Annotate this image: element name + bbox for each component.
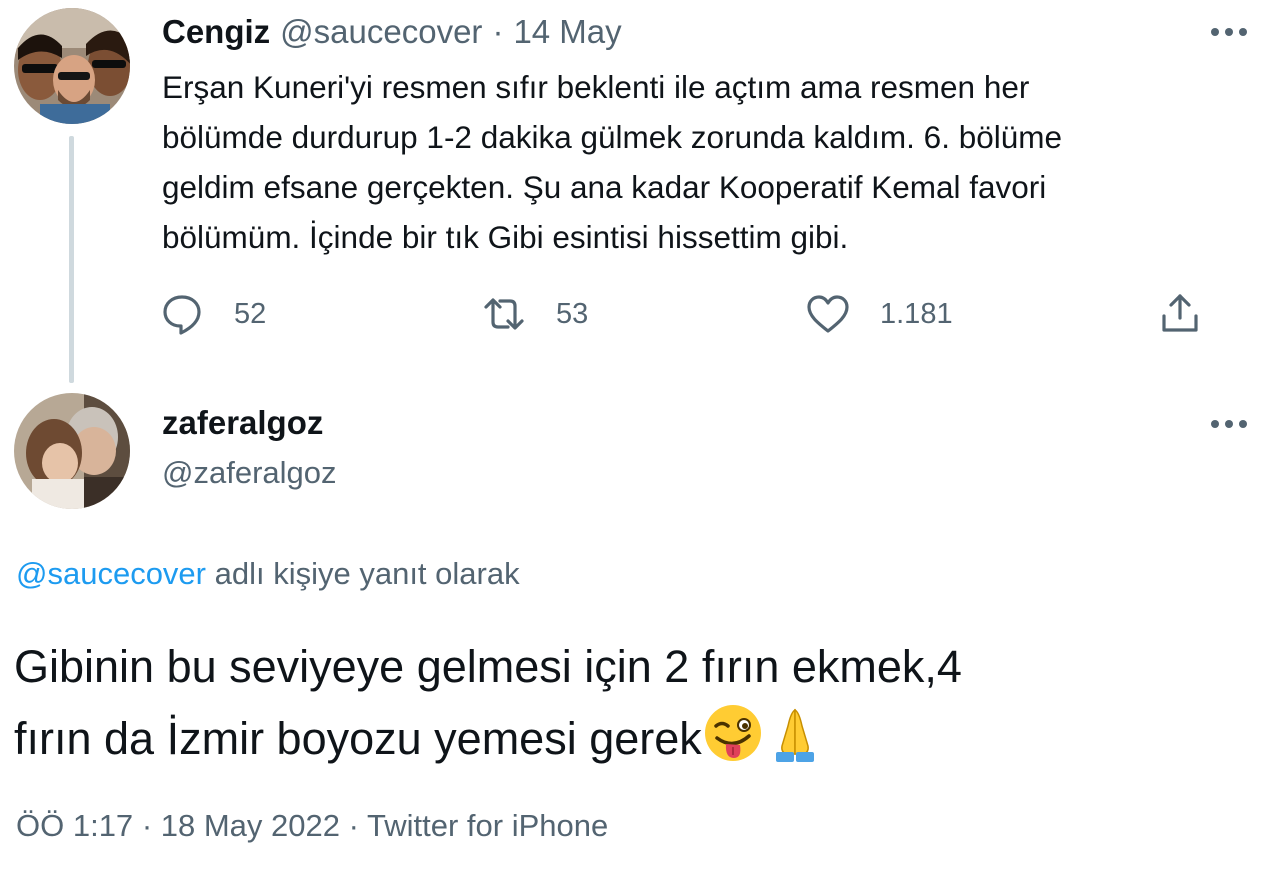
retweet-icon xyxy=(480,290,528,338)
replying-to-link[interactable]: @saucecover xyxy=(16,556,206,591)
reply-icon xyxy=(158,290,206,338)
reply-button[interactable]: 52 xyxy=(158,290,266,338)
folded-hands-emoji xyxy=(764,702,826,764)
parent-author-handle[interactable]: @saucecover xyxy=(280,13,482,51)
reply-source[interactable]: Twitter for iPhone xyxy=(367,808,608,843)
parent-tweet-text: Erşan Kuneri'yi resmen sıfır beklenti il… xyxy=(162,69,1063,255)
share-button[interactable] xyxy=(1156,290,1204,338)
reply-text-line-1: Gibinin bu seviyeye gelmesi için 2 fırın… xyxy=(14,641,962,692)
winking-tongue-face-emoji xyxy=(702,702,764,764)
retweet-button[interactable]: 53 xyxy=(480,290,588,338)
reply-time[interactable]: ÖÖ 1:17 xyxy=(16,808,133,843)
reply-count: 52 xyxy=(234,297,267,330)
replying-to-suffix: adlı kişiye yanıt olarak xyxy=(206,556,520,591)
parent-tweet-date[interactable]: 14 May xyxy=(513,13,621,51)
tweet-thread: Cengiz @saucecover · 14 May Erşan Kuneri… xyxy=(0,0,1280,876)
heart-icon xyxy=(804,290,852,338)
reply-text-line-2-content: fırın da İzmir boyozu yemesi gerek xyxy=(14,713,702,764)
meta-separator-1: · xyxy=(141,808,153,843)
reply-text-line-2: fırın da İzmir boyozu yemesi gerek xyxy=(14,702,1254,774)
more-horizontal-icon[interactable] xyxy=(1208,22,1250,42)
parent-tweet-header: Cengiz @saucecover · 14 May xyxy=(162,12,622,52)
like-button[interactable]: 1.181 xyxy=(804,290,953,338)
share-icon xyxy=(1156,290,1204,338)
reply-tweet-text: Gibinin bu seviyeye gelmesi için 2 fırın… xyxy=(14,632,1254,774)
reply-meta-row: ÖÖ 1:17 · 18 May 2022 · Twitter for iPho… xyxy=(16,808,608,844)
parent-author-name[interactable]: Cengiz xyxy=(162,13,270,51)
avatar-zaferalgoz[interactable] xyxy=(14,393,130,509)
avatar-cengiz[interactable] xyxy=(14,8,130,124)
tweet-action-bar: 52 53 1.181 xyxy=(158,290,1208,338)
meta-separator-2: · xyxy=(348,808,359,843)
thread-connector-line xyxy=(69,136,74,383)
replying-to-line: @saucecover adlı kişiye yanıt olarak xyxy=(16,556,520,592)
reply-date[interactable]: 18 May 2022 xyxy=(161,808,340,843)
reply-author-handle[interactable]: @zaferalgoz xyxy=(162,455,337,491)
reply-author-name[interactable]: zaferalgoz xyxy=(162,404,323,442)
like-count: 1.181 xyxy=(880,297,953,330)
header-separator: · xyxy=(492,13,504,50)
retweet-count: 53 xyxy=(556,297,589,330)
more-horizontal-icon[interactable] xyxy=(1208,414,1250,434)
